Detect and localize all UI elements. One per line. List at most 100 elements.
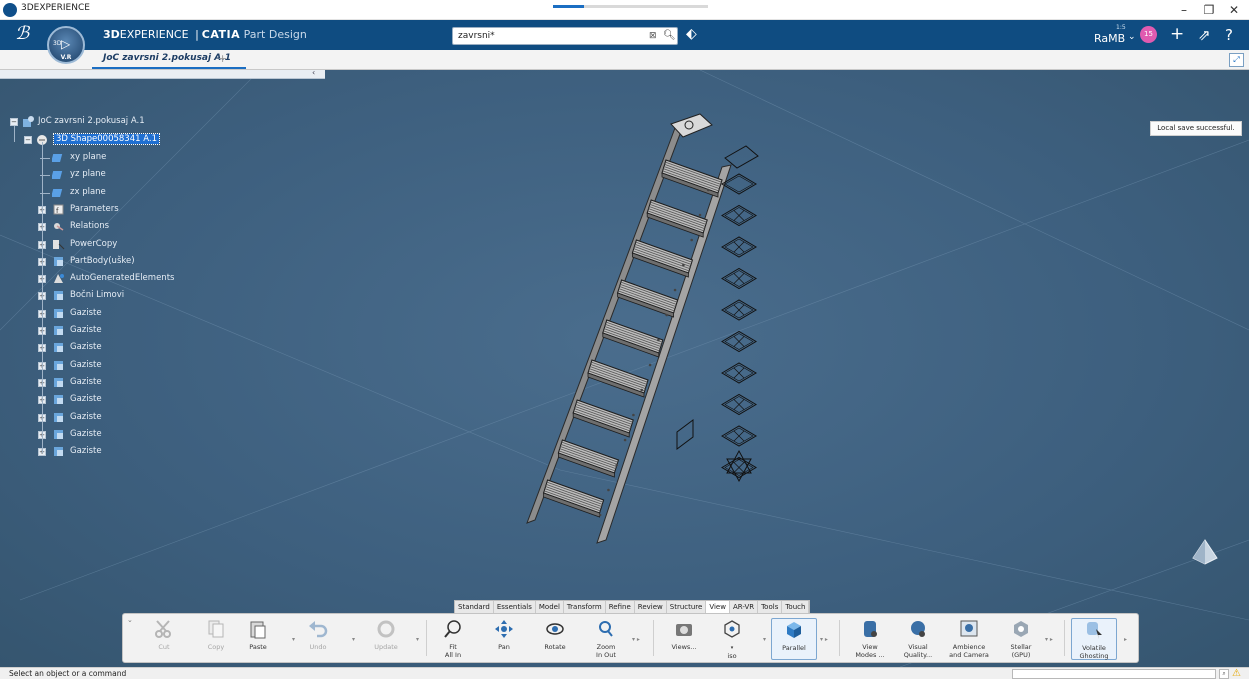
tree-item-label[interactable]: Bočni Limovi	[70, 290, 124, 300]
tree-item-label[interactable]: Gaziste	[70, 394, 102, 404]
copy-button[interactable]: Copy	[193, 618, 239, 651]
tree-item-label[interactable]: Gaziste	[70, 429, 102, 439]
add-tab-button[interactable]: +	[218, 52, 227, 65]
tag-icon[interactable]: ⬖	[686, 26, 697, 42]
help-icon[interactable]: ?	[1225, 26, 1233, 44]
rotate-button[interactable]: Rotate	[532, 618, 578, 651]
parallel-button[interactable]: Parallel	[771, 618, 817, 660]
tree-item-label[interactable]: zx plane	[70, 187, 106, 197]
dropdown-icon[interactable]: ▾ ▸	[632, 636, 640, 643]
tab-standard[interactable]: Standard	[455, 601, 494, 613]
stellar-button[interactable]: Stellar (GPU)	[998, 618, 1044, 659]
share-icon[interactable]: ⇗	[1198, 26, 1211, 44]
restore-icon[interactable]: ❐	[1198, 2, 1220, 18]
clear-search-icon[interactable]: ⊠	[649, 31, 657, 41]
tree-item-label[interactable]: Gaziste	[70, 412, 102, 422]
tree-item-label[interactable]: Gaziste	[70, 308, 102, 318]
pan-button[interactable]: Pan	[481, 618, 527, 651]
tab-touch[interactable]: Touch	[782, 601, 810, 613]
dropdown-icon[interactable]: ▾	[763, 636, 766, 643]
search-input[interactable]: zavrsni*	[458, 31, 495, 41]
volatile-ghosting-button[interactable]: Volatile Ghosting	[1071, 618, 1117, 660]
collapse-icon[interactable]: −	[24, 136, 32, 144]
tree-root-label[interactable]: JoC zavrsni 2.pokusaj A.1	[38, 116, 145, 126]
undo-dropdown-icon[interactable]: ▾	[352, 636, 355, 643]
tab-structure[interactable]: Structure	[667, 601, 707, 613]
expand-icon[interactable]: ▸	[1124, 636, 1127, 643]
cut-button[interactable]: Cut	[141, 618, 187, 651]
volatile-label-1: Volatile	[1082, 644, 1106, 652]
tab-refine[interactable]: Refine	[606, 601, 635, 613]
minimize-icon[interactable]: –	[1173, 2, 1195, 18]
tree-item-label[interactable]: Relations	[70, 221, 109, 231]
tab-essentials[interactable]: Essentials	[494, 601, 536, 613]
collapse-icon[interactable]: −	[10, 118, 18, 126]
add-icon[interactable]: +	[1170, 24, 1184, 44]
tree-item-label[interactable]: Gaziste	[70, 342, 102, 352]
scale-indicator: 1:5	[1116, 24, 1126, 31]
tree-item-label[interactable]: Gaziste	[70, 360, 102, 370]
avatar[interactable]: 15	[1140, 26, 1157, 43]
tree-item-label[interactable]: AutoGeneratedElements	[70, 273, 174, 283]
dropdown-icon[interactable]: ▾ ▸	[820, 636, 828, 643]
tree-shape-label[interactable]: 3D Shape00058341 A.1	[52, 133, 161, 145]
view-modes-button[interactable]: View Modes ...	[847, 618, 893, 659]
user-name[interactable]: RaMB	[1094, 32, 1125, 45]
tab-transform[interactable]: Transform	[564, 601, 606, 613]
tab-model[interactable]: Model	[536, 601, 564, 613]
stringer-hole	[632, 413, 635, 417]
zoom-button[interactable]: Zoom In Out	[583, 618, 629, 659]
tree-item-label[interactable]: Gaziste	[70, 377, 102, 387]
3d-viewport[interactable]	[0, 70, 1249, 667]
action-bar-tabs[interactable]: Standard Essentials Model Transform Refine Re…	[454, 600, 811, 614]
command-input-button[interactable]: ⌕	[1219, 669, 1229, 679]
views-button[interactable]: Views...	[661, 618, 707, 651]
tree-item-label[interactable]: xy plane	[70, 152, 106, 162]
chevron-down-icon[interactable]: ⌄	[1128, 32, 1136, 42]
chevron-left-icon[interactable]: ‹	[312, 68, 315, 77]
tree-item-label[interactable]: Gaziste	[70, 325, 102, 335]
visual-quality-button[interactable]: Visual Quality...	[895, 618, 941, 659]
update-dropdown-icon[interactable]: ▾	[416, 636, 419, 643]
tree-item-label[interactable]: PowerCopy	[70, 239, 117, 249]
staircase-model[interactable]	[526, 113, 732, 544]
robot-compass-icon[interactable]	[1190, 538, 1220, 566]
tree-collapse-bar[interactable]: ‹	[0, 68, 325, 79]
tab-tools[interactable]: Tools	[758, 601, 783, 613]
auto-icon	[54, 274, 64, 284]
dropdown-icon[interactable]: ▾ ▸	[1045, 636, 1053, 643]
stringer-hole	[598, 513, 602, 517]
search-icon[interactable]: 🔍︎	[663, 30, 676, 41]
status-bar: Select an object or a command ⌕ ⚠	[0, 667, 1249, 679]
search-field[interactable]: zavrsni* ⊠ 🔍︎	[452, 27, 678, 45]
body-icon	[54, 360, 63, 370]
3d-scene[interactable]	[0, 70, 1249, 667]
brand-role[interactable]: Part Design	[244, 28, 307, 41]
document-tab[interactable]: JoC zavrsni 2.pokusaj A.1	[103, 53, 231, 63]
stringer-hole	[673, 288, 677, 292]
stringer-hole	[665, 313, 669, 317]
tab-review[interactable]: Review	[635, 601, 667, 613]
body-icon	[54, 377, 63, 387]
tab-view[interactable]: View	[706, 601, 730, 613]
ambience-camera-button[interactable]: Ambience and Camera	[946, 618, 992, 659]
iso-button[interactable]: ▾ iso	[709, 618, 755, 660]
tree-item-label[interactable]: PartBody(uške)	[70, 256, 135, 266]
update-button[interactable]: Update	[363, 618, 409, 651]
close-icon[interactable]: ✕	[1223, 2, 1245, 18]
fit-all-in-button[interactable]: Fit All In	[430, 618, 476, 659]
warning-icon[interactable]: ⚠	[1232, 668, 1241, 679]
compass-button[interactable]: 3D ▷ V.R	[47, 26, 85, 64]
tab-ar-vr[interactable]: AR-VR	[730, 601, 759, 613]
tree-item-label[interactable]: yz plane	[70, 169, 106, 179]
tree-item-label[interactable]: Gaziste	[70, 446, 102, 456]
paste-button[interactable]: Paste	[235, 618, 281, 651]
tree-item-label[interactable]: Parameters	[70, 204, 119, 214]
action-bar[interactable]: ⌄ Cut Copy Paste ▾ Undo ▾ Update ▾ Fit A…	[122, 613, 1139, 663]
chevron-down-icon[interactable]: ⌄	[127, 616, 133, 624]
plane-marker-inner	[724, 175, 754, 193]
command-input[interactable]	[1012, 669, 1216, 679]
body-icon	[54, 308, 63, 318]
undo-button[interactable]: Undo	[295, 618, 341, 651]
maximize-icon[interactable]: ⤢	[1229, 53, 1244, 67]
